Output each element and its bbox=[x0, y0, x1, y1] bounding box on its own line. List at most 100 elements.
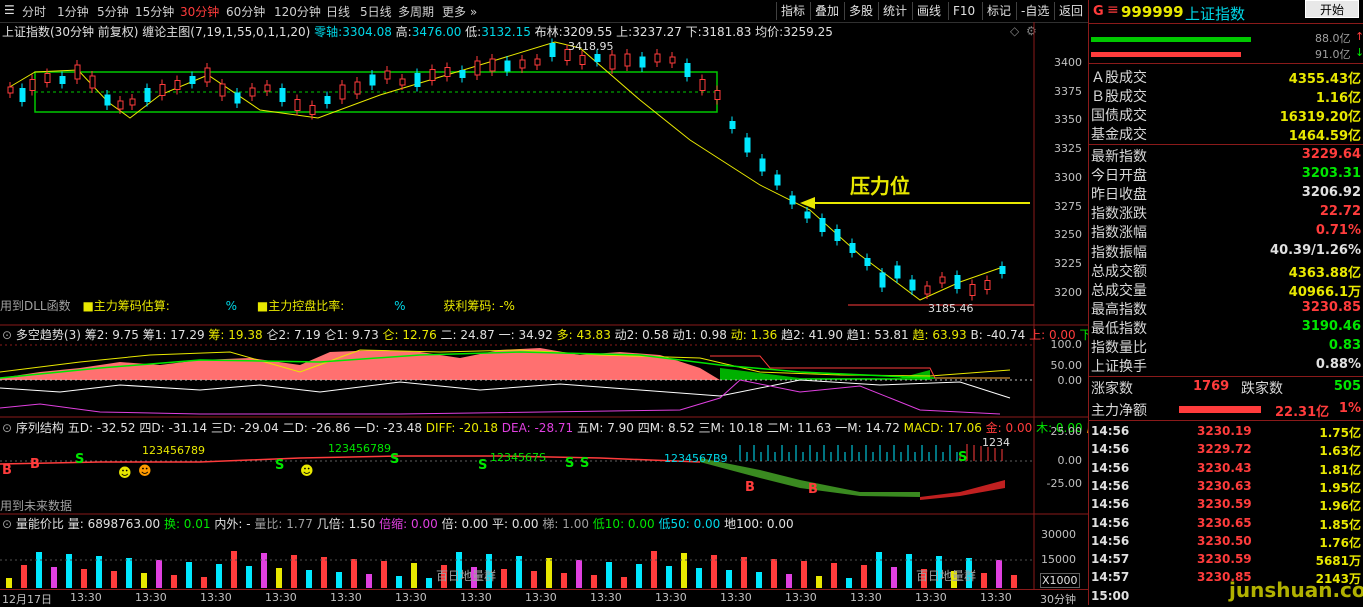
volume-bar bbox=[516, 556, 522, 588]
candle-body bbox=[369, 74, 376, 86]
stat-label: Ａ股成交 bbox=[1091, 70, 1147, 86]
volume-bar bbox=[171, 575, 177, 588]
indicator-value-1: 筹1: 17.29 bbox=[138, 328, 205, 342]
candle-body bbox=[549, 43, 556, 57]
stat-value: 3190.46 bbox=[1301, 318, 1361, 334]
down-arrow-icon: ↓ bbox=[1355, 46, 1363, 59]
stat-row: 最低指数 3190.46 bbox=[1091, 318, 1361, 337]
profit-chip: 获利筹码: -% bbox=[443, 299, 515, 313]
sequence-panel-title[interactable]: 序列结构 bbox=[16, 421, 64, 435]
indicator-value-7: 平: 0.00 bbox=[488, 517, 539, 531]
tick-row: 14:56 3230.59 1.96亿 bbox=[1091, 496, 1361, 514]
collapse-icon[interactable]: ⊙ bbox=[2, 517, 12, 531]
trend-panel-header: ⊙ 多空趋势(3) 筹2: 9.75 筹1: 17.29 筹: 19.38 仑2… bbox=[2, 326, 1111, 343]
y-tick: 3250 bbox=[1054, 228, 1082, 242]
volume-bar bbox=[546, 558, 552, 588]
volume-bar bbox=[126, 558, 132, 588]
volume-bar bbox=[276, 568, 282, 588]
candle-body bbox=[104, 94, 111, 106]
volume-bar bbox=[831, 563, 837, 588]
tick-price: 3230.65 bbox=[1197, 515, 1252, 530]
tick-time: 14:56 bbox=[1091, 497, 1130, 512]
volume-bar bbox=[381, 561, 387, 588]
candle-body bbox=[969, 284, 976, 296]
indicator-value-6: DEA: -28.71 bbox=[497, 421, 574, 435]
candle-body bbox=[19, 88, 26, 102]
candle-body bbox=[774, 174, 781, 186]
stat-label: 指数量比 bbox=[1091, 340, 1147, 356]
volume-bar bbox=[816, 576, 822, 588]
volume-bar bbox=[261, 553, 267, 588]
stat-row: 基金成交 1464.59亿 bbox=[1091, 124, 1361, 144]
seq-count: 1234567S bbox=[490, 451, 546, 464]
candle-body bbox=[609, 54, 616, 70]
tick-price: 3230.50 bbox=[1197, 533, 1252, 548]
collapse-icon[interactable]: ⊙ bbox=[2, 421, 12, 435]
candle-body bbox=[759, 158, 766, 172]
up-arrow-icon: ↑ bbox=[1355, 30, 1363, 43]
date-label: 13:30 bbox=[915, 591, 947, 604]
candle-body bbox=[879, 272, 886, 288]
indicator-value-10: 低50: 0.00 bbox=[654, 517, 721, 531]
volume-bar bbox=[666, 566, 672, 588]
stat-label: 最高指数 bbox=[1091, 301, 1147, 318]
indicator-value-5: 倍缩: 0.00 bbox=[375, 517, 438, 531]
list-icon[interactable]: ≡ bbox=[1107, 2, 1119, 18]
volume-bar bbox=[1011, 575, 1017, 588]
tick-row: 14:56 3230.19 1.75亿 bbox=[1091, 423, 1361, 441]
candle-body bbox=[74, 64, 81, 80]
stat-label: 今日开盘 bbox=[1091, 168, 1147, 185]
candle-body bbox=[429, 69, 436, 81]
indicator-value-10: 二M: 11.63 bbox=[763, 421, 832, 435]
tick-time: 14:57 bbox=[1091, 552, 1130, 567]
date-label: 13:30 bbox=[265, 591, 297, 604]
tick-price: 3230.43 bbox=[1197, 460, 1252, 475]
indicator-value-2: 筹: 19.38 bbox=[204, 328, 263, 342]
candle-body bbox=[174, 80, 181, 90]
date-label: 13:30 bbox=[785, 591, 817, 604]
trend-panel-title[interactable]: 多空趋势(3) bbox=[16, 328, 81, 342]
tick-volume: 1.63亿 bbox=[1319, 444, 1361, 459]
tick-time: 14:57 bbox=[1091, 570, 1130, 585]
stat-label: 指数振幅 bbox=[1091, 244, 1147, 261]
y-tick: 3200 bbox=[1054, 285, 1082, 299]
indicator-value-12: MACD: 17.06 bbox=[899, 421, 982, 435]
date-label: 13:30 bbox=[460, 591, 492, 604]
tick-row: 14:56 3230.50 1.76亿 bbox=[1091, 533, 1361, 551]
date-label: 13:30 bbox=[330, 591, 362, 604]
stat-value: 3229.64 bbox=[1301, 147, 1361, 162]
start-button[interactable]: 开始 bbox=[1305, 0, 1359, 18]
down-count: 505 bbox=[1333, 379, 1361, 394]
date-label: 13:30 bbox=[655, 591, 687, 604]
tick-time: 14:56 bbox=[1091, 424, 1130, 438]
volume-bar bbox=[621, 577, 627, 588]
candle-body bbox=[59, 76, 66, 84]
inflow-value: 88.0亿 bbox=[1315, 32, 1351, 45]
stat-row: 最新指数 3229.64 bbox=[1091, 146, 1361, 165]
volume-bar bbox=[336, 572, 342, 588]
stat-row: Ａ股成交 4355.43亿 bbox=[1091, 67, 1361, 87]
candle-body bbox=[309, 105, 316, 115]
tick-price: 3230.59 bbox=[1197, 552, 1252, 567]
tick-volume: 1.96亿 bbox=[1319, 499, 1361, 514]
indicator-value-2: 内外: - bbox=[210, 517, 251, 531]
outflow-value: 91.0亿 bbox=[1315, 48, 1351, 61]
seq-count: 123456789 bbox=[328, 442, 391, 455]
tick-volume: 1.81亿 bbox=[1319, 462, 1361, 477]
magenta-line bbox=[0, 379, 1001, 415]
y-tick: 3300 bbox=[1054, 170, 1082, 184]
candle-body bbox=[939, 276, 946, 284]
volume-panel-title[interactable]: 量能价比 bbox=[16, 517, 64, 531]
collapse-icon[interactable]: ⊙ bbox=[2, 328, 12, 342]
indicator-value-5: DIFF: -20.18 bbox=[421, 421, 498, 435]
y-tick: 3375 bbox=[1054, 84, 1082, 98]
stat-row: Ｂ股成交 1.16亿 bbox=[1091, 86, 1361, 106]
tick-time: 14:56 bbox=[1091, 460, 1130, 475]
y-tick: 3225 bbox=[1054, 256, 1082, 270]
candle-body bbox=[684, 63, 691, 77]
volume-bar bbox=[891, 567, 897, 588]
volume-bar bbox=[981, 573, 987, 588]
indicator-value-0: 量: 6898763.00 bbox=[67, 517, 161, 531]
signal-mark: S bbox=[390, 452, 400, 467]
candle-body bbox=[924, 285, 931, 295]
